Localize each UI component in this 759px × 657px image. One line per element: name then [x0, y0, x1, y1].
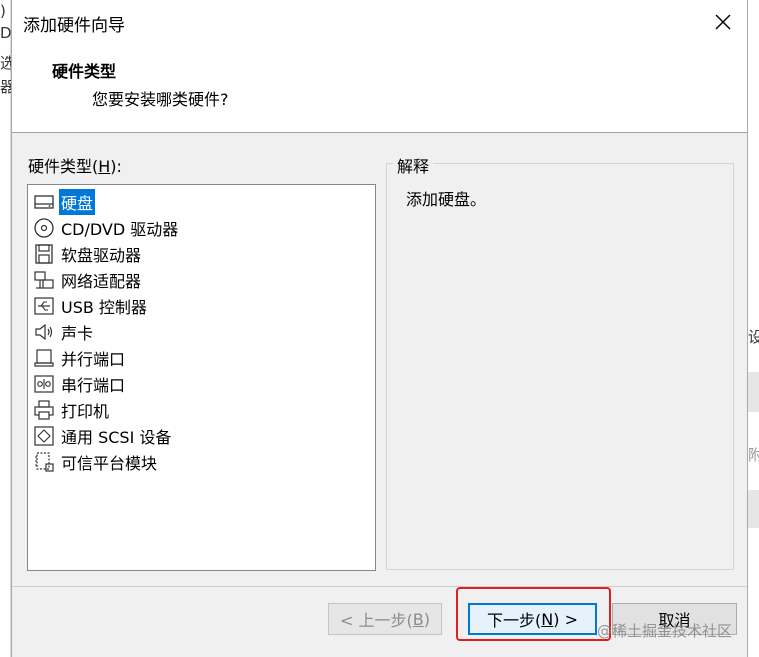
- background-panel: [748, 372, 759, 412]
- list-item-cd-dvd[interactable]: CD/DVD 驱动器: [28, 215, 375, 241]
- back-button[interactable]: < 上一步(B): [328, 603, 442, 635]
- list-item-label: 软盘驱动器: [61, 246, 142, 265]
- list-item-label: CD/DVD 驱动器: [61, 220, 179, 239]
- background-text-fragment: 器: [0, 78, 11, 96]
- list-item-printer[interactable]: 打印机: [28, 397, 375, 423]
- background-text-fragment: 附: [748, 446, 759, 464]
- usb-icon: [33, 295, 55, 317]
- list-item-tpm[interactable]: 可信平台模块: [28, 449, 375, 475]
- list-item-label: 硬盘: [59, 189, 96, 215]
- hardware-types-label: 硬件类型(H):: [28, 157, 122, 176]
- close-icon: [715, 14, 731, 30]
- list-item-label: 可信平台模块: [61, 454, 158, 473]
- list-item-generic-scsi[interactable]: 通用 SCSI 设备: [28, 423, 375, 449]
- list-item-parallel-port[interactable]: 并行端口: [28, 345, 375, 371]
- next-button[interactable]: 下一步(N) >: [468, 603, 597, 635]
- printer-icon: [33, 399, 55, 421]
- background-panel: [748, 490, 759, 528]
- background-text-fragment: 选: [0, 54, 11, 72]
- background-window-left: ) D 选 器: [0, 0, 11, 657]
- list-item-serial-port[interactable]: 串行端口: [28, 371, 375, 397]
- watermark: @稀土掘金技术社区: [597, 622, 733, 640]
- header-title: 硬件类型: [52, 62, 117, 81]
- title-bar: 添加硬件向导: [12, 0, 747, 44]
- list-item-hard-disk[interactable]: 硬盘: [28, 189, 375, 215]
- cd-dvd-icon: [33, 217, 55, 239]
- sound-card-icon: [33, 321, 55, 343]
- explanation-text: 添加硬盘。: [406, 190, 487, 209]
- header-subtitle: 您要安装哪类硬件?: [92, 90, 229, 109]
- close-button[interactable]: [705, 4, 741, 40]
- list-item-sound-card[interactable]: 声卡: [28, 319, 375, 345]
- hard-disk-icon: [33, 191, 55, 213]
- list-item-usb-controller[interactable]: USB 控制器: [28, 293, 375, 319]
- floppy-icon: [33, 243, 55, 265]
- list-item-label: 串行端口: [61, 376, 126, 395]
- background-text-fragment: ): [0, 2, 6, 20]
- list-item-label: 声卡: [61, 324, 94, 343]
- list-item-label: 打印机: [61, 402, 110, 421]
- wizard-header: 硬件类型 您要安装哪类硬件?: [12, 44, 747, 133]
- list-item-network-adapter[interactable]: 网络适配器: [28, 267, 375, 293]
- list-item-label: 网络适配器: [61, 272, 142, 291]
- background-text-fragment: D: [0, 24, 11, 42]
- background-window-right: 设 附: [748, 0, 759, 657]
- list-item-floppy[interactable]: 软盘驱动器: [28, 241, 375, 267]
- add-hardware-wizard-dialog: 添加硬件向导 硬件类型 您要安装哪类硬件? 硬件类型(H): 硬盘 CD/DVD…: [11, 0, 748, 657]
- background-text-fragment: 设: [748, 328, 759, 346]
- list-item-label: 并行端口: [61, 350, 126, 369]
- explanation-legend: 解释: [393, 153, 434, 177]
- scsi-icon: [33, 425, 55, 447]
- serial-port-icon: [33, 373, 55, 395]
- list-item-label: USB 控制器: [61, 298, 147, 317]
- list-item-label: 通用 SCSI 设备: [61, 428, 172, 447]
- parallel-port-icon: [33, 347, 55, 369]
- network-adapter-icon: [33, 269, 55, 291]
- dialog-title: 添加硬件向导: [23, 16, 125, 36]
- button-bar: < 上一步(B) 下一步(N) > 取消 @稀土掘金技术社区: [12, 586, 747, 657]
- tpm-icon: [33, 451, 55, 473]
- explanation-group: 解释 添加硬盘。: [386, 153, 734, 570]
- hardware-type-list[interactable]: 硬盘 CD/DVD 驱动器 软盘驱动器 网络适配器 USB 控制器 声卡 并行端…: [27, 184, 376, 571]
